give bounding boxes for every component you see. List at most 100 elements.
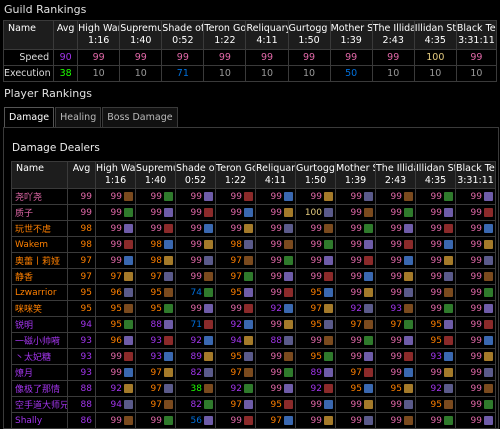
boss-percentile-cell[interactable]: 99 [335,348,376,365]
boss-percentile-cell[interactable]: 93 [375,300,416,317]
boss-percentile-cell[interactable]: 99 [415,188,456,205]
percentile-cell[interactable]: 10 [203,65,247,82]
player-name-link[interactable]: 玩世不虐 [11,220,68,237]
boss-percentile-cell[interactable]: 97 [215,252,256,269]
boss-percentile-cell[interactable]: 99 [335,236,376,253]
player-name-link[interactable]: 静香 [11,268,68,285]
boss-percentile-cell[interactable]: 92 [295,380,336,397]
boss-percentile-cell[interactable]: 99 [455,236,496,253]
boss-percentile-cell[interactable]: 97 [215,268,256,285]
col-header-boss[interactable]: Gurtogg B1:50 [295,161,336,189]
tab-healing[interactable]: Healing [55,107,102,128]
boss-percentile-cell[interactable]: 95 [95,300,136,317]
percentile-cell[interactable]: 99 [245,49,289,66]
boss-percentile-cell[interactable]: 99 [455,380,496,397]
boss-percentile-cell[interactable]: 92 [215,316,256,333]
boss-percentile-cell[interactable]: 98 [135,252,176,269]
boss-percentile-cell[interactable]: 99 [375,396,416,413]
percentile-cell[interactable]: 10 [245,65,289,82]
percentile-cell[interactable]: 99 [287,49,331,66]
col-header-boss[interactable]: Mother Sh1:39 [329,20,373,50]
boss-percentile-cell[interactable]: 94 [95,396,136,413]
boss-percentile-cell[interactable]: 99 [415,300,456,317]
col-header-boss[interactable]: The Illidari2:43 [371,20,415,50]
col-header-boss[interactable]: Teron Gor1:22 [215,161,256,189]
percentile-cell[interactable]: 99 [119,49,163,66]
boss-percentile-cell[interactable]: 99 [175,252,216,269]
boss-percentile-cell[interactable]: 99 [175,236,216,253]
boss-percentile-cell[interactable]: 99 [215,188,256,205]
percentile-cell[interactable]: 99 [203,49,247,66]
boss-percentile-cell[interactable]: 99 [455,220,496,237]
col-header-boss[interactable]: Illidan Sto4:35 [415,161,456,189]
col-header-avg[interactable]: Avg [53,20,79,50]
boss-percentile-cell[interactable]: 99 [255,380,296,397]
boss-percentile-cell[interactable]: 99 [255,348,296,365]
boss-percentile-cell[interactable]: 99 [455,300,496,317]
boss-percentile-cell[interactable]: 99 [215,204,256,221]
boss-percentile-cell[interactable]: 38 [175,380,216,397]
boss-percentile-cell[interactable]: 97 [215,364,256,381]
boss-percentile-cell[interactable]: 99 [95,364,136,381]
boss-percentile-cell[interactable]: 95 [415,396,456,413]
boss-percentile-cell[interactable]: 95 [135,300,176,317]
boss-percentile-cell[interactable]: 99 [95,220,136,237]
percentile-cell[interactable]: 71 [161,65,205,82]
boss-percentile-cell[interactable]: 99 [335,268,376,285]
boss-percentile-cell[interactable]: 92 [215,380,256,397]
percentile-cell[interactable]: 10 [371,65,415,82]
player-name-link[interactable]: 锐明 [11,316,68,333]
boss-percentile-cell[interactable]: 95 [295,348,336,365]
boss-percentile-cell[interactable]: 99 [95,348,136,365]
percentile-cell[interactable]: 99 [77,49,121,66]
boss-percentile-cell[interactable]: 99 [455,316,496,333]
boss-percentile-cell[interactable]: 82 [175,396,216,413]
boss-percentile-cell[interactable]: 99 [415,236,456,253]
boss-percentile-cell[interactable]: 98 [215,236,256,253]
col-header-boss[interactable]: Teron Gor1:22 [203,20,247,50]
boss-percentile-cell[interactable]: 93 [135,348,176,365]
boss-percentile-cell[interactable]: 99 [295,412,336,429]
col-header-boss[interactable]: Supremus1:40 [119,20,163,50]
boss-percentile-cell[interactable]: 99 [415,412,456,429]
col-header-boss[interactable]: The Illidari2:43 [375,161,416,189]
player-name-link[interactable]: 燎月 [11,364,68,381]
boss-percentile-cell[interactable]: 99 [175,204,216,221]
boss-percentile-cell[interactable]: 96 [95,332,136,349]
boss-percentile-cell[interactable]: 99 [95,252,136,269]
boss-percentile-cell[interactable]: 88 [135,316,176,333]
tab-boss-damage[interactable]: Boss Damage [102,107,178,128]
boss-percentile-cell[interactable]: 99 [415,252,456,269]
boss-percentile-cell[interactable]: 99 [175,188,216,205]
boss-percentile-cell[interactable]: 94 [215,332,256,349]
boss-percentile-cell[interactable]: 99 [455,268,496,285]
percentile-cell[interactable]: 10 [77,65,121,82]
boss-percentile-cell[interactable]: 100 [295,204,336,221]
boss-percentile-cell[interactable]: 89 [175,348,216,365]
boss-percentile-cell[interactable]: 99 [255,364,296,381]
col-header-boss[interactable]: Shade of A0:52 [161,20,205,50]
boss-percentile-cell[interactable]: 99 [335,412,376,429]
boss-percentile-cell[interactable]: 97 [335,316,376,333]
boss-percentile-cell[interactable]: 95 [415,316,456,333]
boss-percentile-cell[interactable]: 99 [295,332,336,349]
col-header-boss[interactable]: Gurtogg B1:50 [287,20,331,50]
boss-percentile-cell[interactable]: 99 [335,220,376,237]
col-header-boss[interactable]: Black Tem3:31:11 [455,161,496,189]
boss-percentile-cell[interactable]: 93 [415,348,456,365]
boss-percentile-cell[interactable]: 82 [175,364,216,381]
boss-percentile-cell[interactable]: 99 [175,268,216,285]
boss-percentile-cell[interactable]: 99 [375,236,416,253]
boss-percentile-cell[interactable]: 97 [95,268,136,285]
boss-percentile-cell[interactable]: 99 [455,348,496,365]
boss-percentile-cell[interactable]: 99 [295,396,336,413]
boss-percentile-cell[interactable]: 56 [175,412,216,429]
col-header-name[interactable]: Name [2,20,55,50]
boss-percentile-cell[interactable]: 99 [375,412,416,429]
percentile-cell[interactable]: 100 [413,49,457,66]
boss-percentile-cell[interactable]: 99 [255,268,296,285]
boss-percentile-cell[interactable]: 99 [135,412,176,429]
boss-percentile-cell[interactable]: 95 [135,284,176,301]
boss-percentile-cell[interactable]: 99 [375,220,416,237]
col-header-avg[interactable]: Avg [67,161,96,189]
